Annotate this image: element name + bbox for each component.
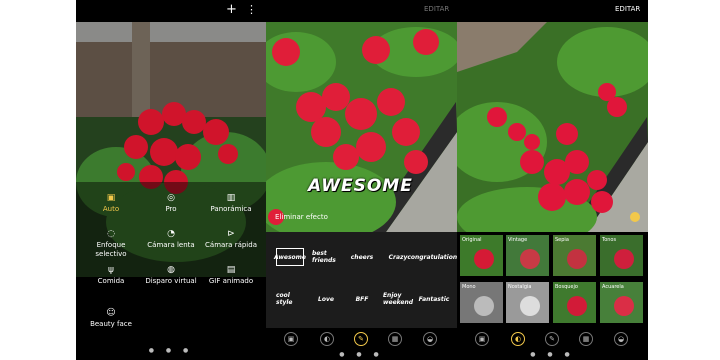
filter-thumbnail[interactable]: Sepia [552,234,597,277]
filter-thumbnail[interactable]: Mono [459,281,504,324]
awesome-sticker[interactable]: AWESOME [308,176,418,202]
sticker-panel [266,232,457,328]
virtual-shot-icon: ◍ [167,265,175,275]
beauty-face-icon: ☺ [106,308,116,318]
sticker-option[interactable]: Fantastic [419,290,450,308]
editor-top-bar: EDITAR [457,0,648,22]
filtered-photo [457,22,648,232]
filter-label: Mono [462,284,476,290]
screenshot-collage: + ⋮ ▣ Auto ◎ Pro ▥ Panorámica ◌ Enfoque … [0,0,720,360]
filter-thumbnail[interactable]: Nostalgia [505,281,550,324]
color-tool-icon[interactable]: ◒ [614,332,628,346]
filter-label: Vintage [508,237,528,243]
mode-label: Auto [102,205,120,213]
sticker-option[interactable]: best friends [312,248,340,266]
camera-top-bar: + ⋮ [76,0,266,22]
sticker-option[interactable]: cheers [348,248,376,266]
filter-thumbnail[interactable]: Bosquejo [552,281,597,324]
mode-animated-gif[interactable]: ▤ GIF animado [200,265,262,286]
adjust-tool-icon[interactable]: ◐ [511,332,525,346]
slow-motion-icon: ◔ [167,229,175,239]
sticker-option[interactable]: cool style [276,290,304,308]
mode-label: Enfoque selectivo [95,241,127,258]
filter-label: Tonos [602,237,617,243]
mode-virtual-shot[interactable]: ◍ Disparo virtual [140,265,202,286]
panorama-icon: ▥ [226,193,236,203]
mode-label: GIF animado [208,277,254,285]
add-icon[interactable]: + [226,2,237,17]
filter-label: Sepia [555,237,569,243]
filter-thumbnail[interactable]: Vintage [505,234,550,277]
mode-beauty-face[interactable]: ☺ Beauty face [80,308,142,329]
filter-tool-icon[interactable]: ▦ [579,332,593,346]
filter-label: Original [462,237,482,243]
hyperlapse-icon: ⊳ [227,229,235,239]
sticker-option[interactable]: congratulations [407,248,457,266]
adjust-tool-icon[interactable]: ◐ [320,332,334,346]
camera-mode-screen: + ⋮ ▣ Auto ◎ Pro ▥ Panorámica ◌ Enfoque … [76,0,266,360]
sticker-editor-screen: EDITAR AWESOME Eliminar efecto Awesome b… [266,0,457,360]
food-icon: ψ [108,265,114,275]
mode-panorama[interactable]: ▥ Panorámica [200,193,262,214]
mode-label: Cámara rápida [205,241,257,249]
remove-effect-button[interactable]: Eliminar efecto [275,213,328,221]
sticker-option[interactable]: Love [312,290,340,308]
gif-icon: ▤ [226,265,236,275]
filter-editor-screen: EDITAR Original Vintage Sepia Tonos Mono… [457,0,648,360]
focus-icon: ◌ [107,229,115,239]
color-tool-icon[interactable]: ◒ [423,332,437,346]
filter-label: Nostalgia [508,284,532,290]
mode-label: Pro [165,205,177,213]
filter-label: Bosquejo [555,284,578,290]
pro-icon: ◎ [167,193,175,203]
mode-label: Beauty face [90,320,132,328]
draw-tool-icon[interactable]: ✎ [545,332,559,346]
mode-slow-motion[interactable]: ◔ Cámara lenta [140,229,202,250]
crop-tool-icon[interactable]: ▣ [284,332,298,346]
mode-label: Cámara lenta [147,241,195,249]
edit-button[interactable]: EDITAR [424,5,449,13]
filter-thumbnail[interactable]: Acuarela [599,281,644,324]
mode-label: Comida [97,277,125,285]
mode-pro[interactable]: ◎ Pro [140,193,202,214]
filter-thumbnail[interactable]: Tonos [599,234,644,277]
edit-button[interactable]: EDITAR [615,5,640,13]
filter-thumbnail[interactable]: Original [459,234,504,277]
sticker-option[interactable]: BFF [348,290,376,308]
auto-icon: ▣ [106,193,116,203]
mode-label: Disparo virtual [145,277,197,285]
mode-auto[interactable]: ▣ Auto [80,193,142,214]
page-indicator: ● ● ● [530,351,575,358]
more-options-icon[interactable]: ⋮ [246,3,257,16]
crop-tool-icon[interactable]: ▣ [475,332,489,346]
sticker-option[interactable]: Enjoy weekend [383,290,413,308]
mode-selective-focus[interactable]: ◌ Enfoque selectivo [80,229,142,259]
draw-tool-icon[interactable]: ✎ [354,332,368,346]
filter-tool-icon[interactable]: ▦ [388,332,402,346]
mode-hyperlapse[interactable]: ⊳ Cámara rápida [200,229,262,250]
page-indicator: ● ● ● [148,347,194,354]
page-indicator: ● ● ● [339,351,384,358]
editor-top-bar: EDITAR [266,0,457,22]
mode-label: Panorámica [210,205,252,213]
mode-food[interactable]: ψ Comida [80,265,142,286]
filter-label: Acuarela [602,284,624,290]
sticker-option[interactable]: Awesome [274,248,306,266]
